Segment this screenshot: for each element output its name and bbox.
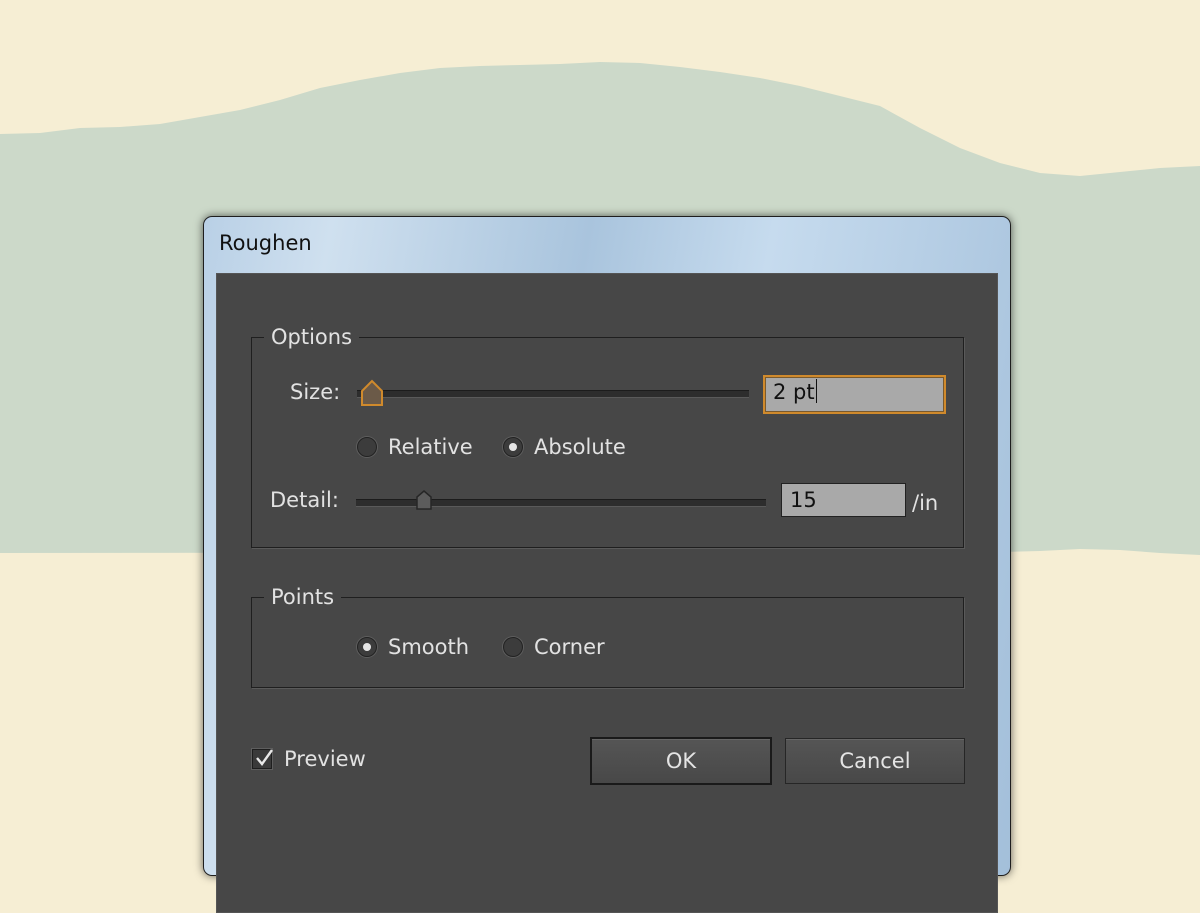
smooth-label[interactable]: Smooth [388, 633, 469, 661]
roughen-dialog: Roughen Options Size: 2 pt Relative Abso… [203, 216, 1011, 913]
absolute-radio[interactable] [503, 437, 523, 457]
options-legend: Options [264, 322, 360, 352]
size-value: 2 pt [773, 380, 815, 404]
dialog-title: Roughen [219, 231, 312, 255]
absolute-label[interactable]: Absolute [534, 433, 626, 461]
detail-field[interactable]: 15 [781, 483, 906, 517]
text-caret [815, 379, 817, 403]
dialog-body: Options Size: 2 pt Relative Absolute Det… [216, 273, 998, 913]
corner-label[interactable]: Corner [534, 633, 605, 661]
size-slider[interactable] [357, 390, 749, 398]
detail-label: Detail: [270, 488, 339, 512]
relative-radio[interactable] [357, 437, 377, 457]
preview-label[interactable]: Preview [284, 745, 366, 773]
ok-button[interactable]: OK [590, 737, 772, 785]
points-legend: Points [264, 582, 342, 612]
relative-label[interactable]: Relative [388, 433, 473, 461]
detail-unit: /in [912, 491, 939, 515]
checkmark-icon [256, 749, 273, 766]
corner-radio[interactable] [503, 637, 523, 657]
detail-slider-thumb[interactable] [415, 489, 433, 511]
size-slider-thumb[interactable] [360, 379, 384, 407]
smooth-radio[interactable] [357, 637, 377, 657]
preview-checkbox[interactable] [252, 749, 273, 769]
detail-value: 15 [790, 488, 817, 512]
size-label: Size: [290, 380, 341, 404]
cancel-button[interactable]: Cancel [785, 738, 965, 784]
size-field[interactable]: 2 pt [763, 375, 946, 414]
